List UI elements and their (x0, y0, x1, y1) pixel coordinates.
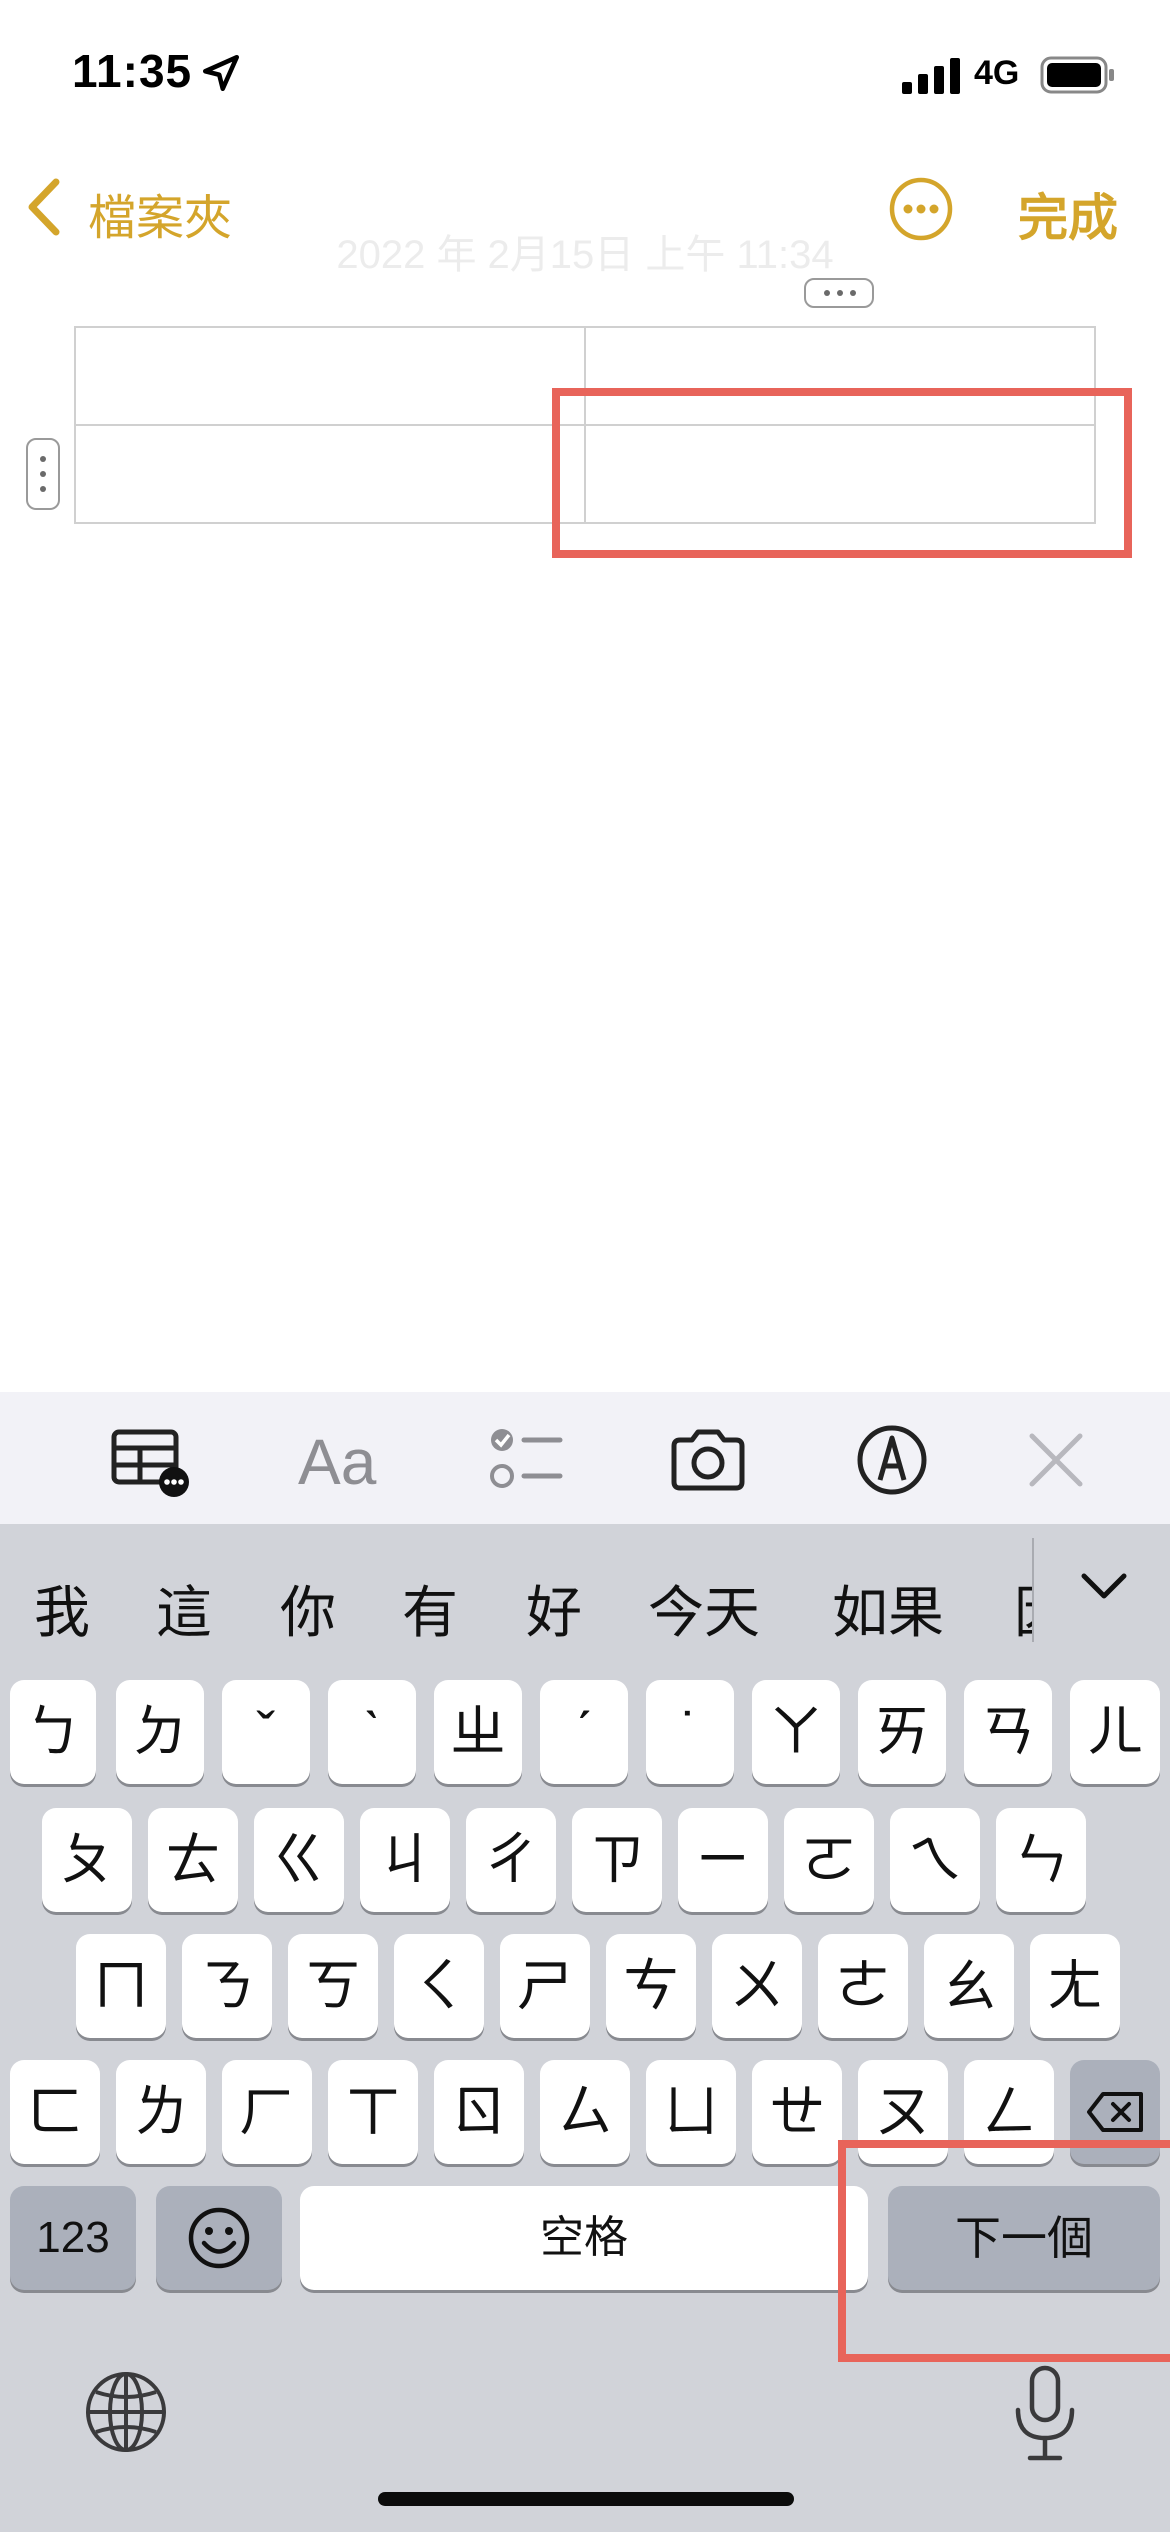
key[interactable]: ㄟ (890, 1808, 980, 1912)
key[interactable]: ˙ (646, 1680, 734, 1784)
microphone-icon[interactable] (1010, 2364, 1080, 2464)
key[interactable]: ㄘ (606, 1934, 696, 2038)
highlight-box-table-cell (552, 388, 1132, 558)
table-icon[interactable] (110, 1420, 190, 1500)
network-type: 4G (974, 54, 1020, 92)
key[interactable]: ㄝ (752, 2060, 842, 2164)
key[interactable]: ㄆ (42, 1808, 132, 1912)
key[interactable]: ㄤ (1030, 1934, 1120, 2038)
table-cell[interactable] (76, 328, 586, 426)
close-icon[interactable] (1016, 1420, 1096, 1500)
key[interactable]: ㄙ (540, 2060, 630, 2164)
key[interactable]: ㄇ (76, 1934, 166, 2038)
numbers-key[interactable]: 123 (10, 2186, 136, 2290)
text-format-icon[interactable]: Aa (298, 1422, 388, 1502)
cellular-signal-icon (902, 58, 960, 94)
key[interactable]: ㄞ (858, 1680, 946, 1784)
key[interactable]: ˇ (222, 1680, 310, 1784)
key[interactable]: ㄏ (222, 2060, 312, 2164)
key[interactable]: ㄩ (646, 2060, 736, 2164)
key[interactable]: ㄦ (1070, 1680, 1160, 1784)
emoji-icon (188, 2207, 250, 2269)
key[interactable]: ㄋ (182, 1934, 272, 2038)
backspace-icon (1087, 2092, 1143, 2132)
camera-icon[interactable] (668, 1420, 748, 1500)
note-date: 2022 年 2月15日 上午 11:34 (336, 233, 834, 277)
key[interactable]: ㄑ (394, 1934, 484, 2038)
globe-icon[interactable] (84, 2370, 168, 2454)
highlight-box-next-key (838, 2140, 1170, 2362)
key[interactable]: ㄐ (360, 1808, 450, 1912)
emoji-key[interactable] (156, 2186, 282, 2290)
key[interactable]: ㄛ (784, 1808, 874, 1912)
key[interactable]: ㄍ (254, 1808, 344, 1912)
table-cell[interactable] (76, 426, 586, 522)
key[interactable]: ㄣ (996, 1808, 1086, 1912)
key[interactable]: ㄗ (572, 1808, 662, 1912)
key[interactable]: ㄠ (924, 1934, 1014, 2038)
location-arrow-icon (202, 54, 240, 92)
row-handle[interactable] (26, 438, 60, 510)
key[interactable]: ㄎ (288, 1934, 378, 2038)
key[interactable]: ㄅ (10, 1680, 96, 1784)
key[interactable]: ㄈ (10, 2060, 100, 2164)
key[interactable]: ㄨ (712, 1934, 802, 2038)
key[interactable]: ㄖ (434, 2060, 524, 2164)
candidate-word[interactable]: 這 (156, 1568, 212, 1649)
key[interactable]: ㄓ (434, 1680, 522, 1784)
home-indicator[interactable] (378, 2492, 794, 2506)
space-key[interactable]: 空格 (300, 2186, 868, 2290)
candidate-word[interactable]: 有 (402, 1568, 458, 1649)
candidate-word[interactable]: 今天 (648, 1568, 760, 1649)
format-toolbar: Aa (0, 1392, 1170, 1524)
markup-icon[interactable] (852, 1420, 932, 1500)
candidate-bar: 我 這 你 有 好 今天 如果 因 (0, 1524, 1170, 1644)
key[interactable]: ㄧ (678, 1808, 768, 1912)
key[interactable]: ㄔ (466, 1808, 556, 1912)
chevron-down-icon[interactable] (1074, 1562, 1134, 1612)
column-handle[interactable] (804, 278, 874, 308)
key[interactable]: ˋ (328, 1680, 416, 1784)
candidate-word[interactable]: 因 (1014, 1568, 1032, 1649)
key[interactable]: ㄉ (116, 1680, 204, 1784)
key[interactable]: ㄕ (500, 1934, 590, 2038)
key[interactable]: ㄌ (116, 2060, 206, 2164)
zhuyin-keyboard: 我 這 你 有 好 今天 如果 因 ㄅ ㄉ ˇ ˋ ㄓ ˊ ˙ ㄚ ㄞ ㄢ ㄦ … (0, 1524, 1170, 2532)
key[interactable]: ㄢ (964, 1680, 1052, 1784)
key[interactable]: ㄚ (752, 1680, 840, 1784)
candidate-word[interactable]: 好 (526, 1568, 582, 1649)
status-time: 11:35 (72, 45, 193, 97)
candidate-word[interactable]: 如果 (832, 1568, 944, 1649)
candidate-word[interactable]: 你 (280, 1568, 336, 1649)
key[interactable]: ㄊ (148, 1808, 238, 1912)
key[interactable]: ㄒ (328, 2060, 418, 2164)
candidate-divider (1032, 1538, 1034, 1642)
checklist-icon[interactable] (486, 1420, 566, 1500)
key[interactable]: ˊ (540, 1680, 628, 1784)
battery-icon (1040, 56, 1114, 94)
key[interactable]: ㄜ (818, 1934, 908, 2038)
candidate-word[interactable]: 我 (34, 1568, 90, 1649)
